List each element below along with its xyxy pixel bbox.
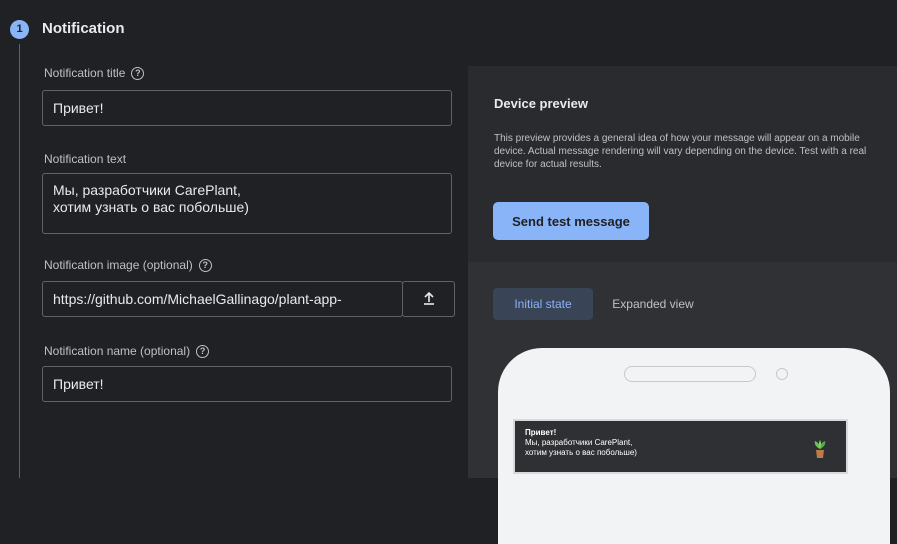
notification-preview-title: Привет! [525,428,557,437]
device-preview-description: This preview provides a general idea of … [494,133,867,170]
notification-name-value: Привет! [53,376,104,392]
notification-preview: Привет! Мы, разработчики CarePlant, хоти… [513,419,848,474]
notification-title-label: Notification title ? [44,66,145,80]
phone-mockup: Привет! Мы, разработчики CarePlant, хоти… [498,348,890,544]
notification-image-input[interactable]: https://github.com/MichaelGallinago/plan… [42,281,403,317]
notification-text-label-text: Notification text [44,152,127,166]
notification-text-input[interactable]: Мы, разработчики CarePlant, хотим узнать… [42,173,452,234]
notification-preview-line-2: хотим узнать о вас побольше) [525,448,637,457]
upload-image-button[interactable] [402,281,455,317]
send-test-message-button[interactable]: Send test message [493,202,649,240]
phone-camera [776,368,788,380]
notification-title-label-text: Notification title [44,66,126,80]
help-icon[interactable]: ? [131,66,145,80]
notification-image-value: https://github.com/MichaelGallinago/plan… [53,291,342,307]
step-title: Notification [42,20,125,37]
step-line [19,44,20,478]
notification-name-input[interactable]: Привет! [42,366,452,402]
notification-text-label: Notification text [44,152,126,166]
phone-speaker [624,366,756,382]
help-icon[interactable]: ? [198,258,212,272]
notification-title-input[interactable]: Привет! [42,90,452,126]
notification-text-line-2: хотим узнать о вас побольше) [53,199,249,215]
notification-text-content: Мы, разработчики CarePlant, хотим узнать… [53,182,249,216]
notification-text-line-1: Мы, разработчики CarePlant, [53,182,241,198]
help-icon[interactable]: ? [196,344,210,358]
step-number-badge: 1 [10,20,29,39]
upload-icon [423,291,434,305]
notification-preview-line-1: Мы, разработчики CarePlant, [525,438,633,447]
tab-expanded-view[interactable]: Expanded view [598,288,708,320]
step-header: 1 Notification [0,14,897,44]
tab-initial-state[interactable]: Initial state [493,288,593,320]
notification-image-label-text: Notification image (optional) [44,258,193,272]
device-preview-title: Device preview [494,96,588,111]
device-preview-card: Device preview This preview provides a g… [468,66,897,544]
notification-title-value: Привет! [53,100,104,116]
notification-name-label: Notification name (optional) ? [44,344,210,358]
notification-image-label: Notification image (optional) ? [44,258,212,272]
plant-icon [814,440,826,458]
notification-name-label-text: Notification name (optional) [44,344,191,358]
device-preview-top-section: Device preview This preview provides a g… [468,66,897,262]
